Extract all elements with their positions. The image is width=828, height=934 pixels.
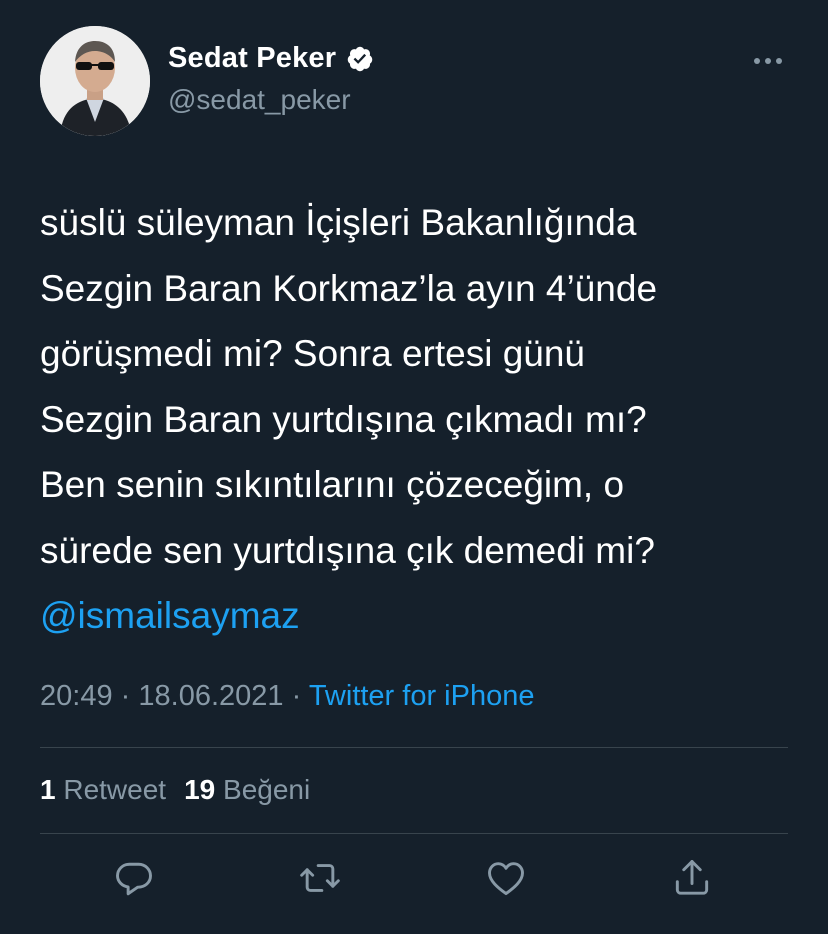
- tweet-text-line: sürede sen yurtdışına çık demedi mi?: [40, 529, 655, 571]
- bottom-edge: [0, 920, 828, 934]
- avatar[interactable]: [40, 26, 150, 136]
- divider: [40, 747, 788, 748]
- tweet-text-line: Sezgin Baran yurtdışına çıkmadı mı?: [40, 398, 647, 440]
- retweet-label: Retweet: [63, 774, 167, 805]
- mention-link[interactable]: @ismailsaymaz: [40, 595, 300, 636]
- tweet-text-line: süslü süleyman İçişleri Bakanlığında: [40, 202, 637, 243]
- tweet-text-line: Sezgin Baran Korkmaz’la ayın 4’ünde: [40, 267, 658, 309]
- tweet-time[interactable]: 20:49: [40, 680, 113, 712]
- like-stat[interactable]: 19 Beğeni: [184, 774, 310, 806]
- verified-badge-icon: [346, 45, 374, 73]
- meta-separator: ·: [291, 680, 302, 712]
- tweet-actions: [0, 850, 828, 910]
- retweet-stat[interactable]: 1 Retweet: [40, 774, 166, 806]
- tweet-detail: Sedat Peker @sedat_peker süslü süleyman …: [0, 0, 828, 934]
- reply-icon[interactable]: [112, 856, 156, 900]
- tweet-source-link[interactable]: Twitter for iPhone: [309, 680, 535, 712]
- author-handle[interactable]: @sedat_peker: [168, 84, 351, 116]
- tweet-date[interactable]: 18.06.2021: [138, 680, 283, 712]
- tweet-mention-line: @ismailsaymaz: [40, 583, 800, 649]
- share-icon[interactable]: [670, 856, 714, 900]
- tweet-text-line: görüşmedi mi? Sonra ertesi günü: [40, 333, 586, 374]
- retweet-icon[interactable]: [298, 856, 342, 900]
- like-count: 19: [184, 774, 216, 805]
- like-icon[interactable]: [484, 856, 528, 900]
- meta-separator: ·: [120, 680, 131, 712]
- like-label: Beğeni: [223, 774, 311, 805]
- tweet-stats: 1 Retweet 19 Beğeni: [40, 774, 310, 806]
- more-options-icon[interactable]: [748, 46, 788, 76]
- author-name-row[interactable]: Sedat Peker: [168, 42, 374, 75]
- author-display-name[interactable]: Sedat Peker: [168, 42, 336, 75]
- tweet-text-line: Ben senin sıkıntılarını çözeceğim, o: [40, 464, 625, 505]
- retweet-count: 1: [40, 774, 56, 805]
- avatar-image: [40, 26, 150, 136]
- divider: [40, 833, 788, 834]
- tweet-text: süslü süleyman İçişleri Bakanlığında Sez…: [40, 190, 800, 649]
- tweet-meta: 20:49 · 18.06.2021 · Twitter for iPhone: [40, 680, 534, 713]
